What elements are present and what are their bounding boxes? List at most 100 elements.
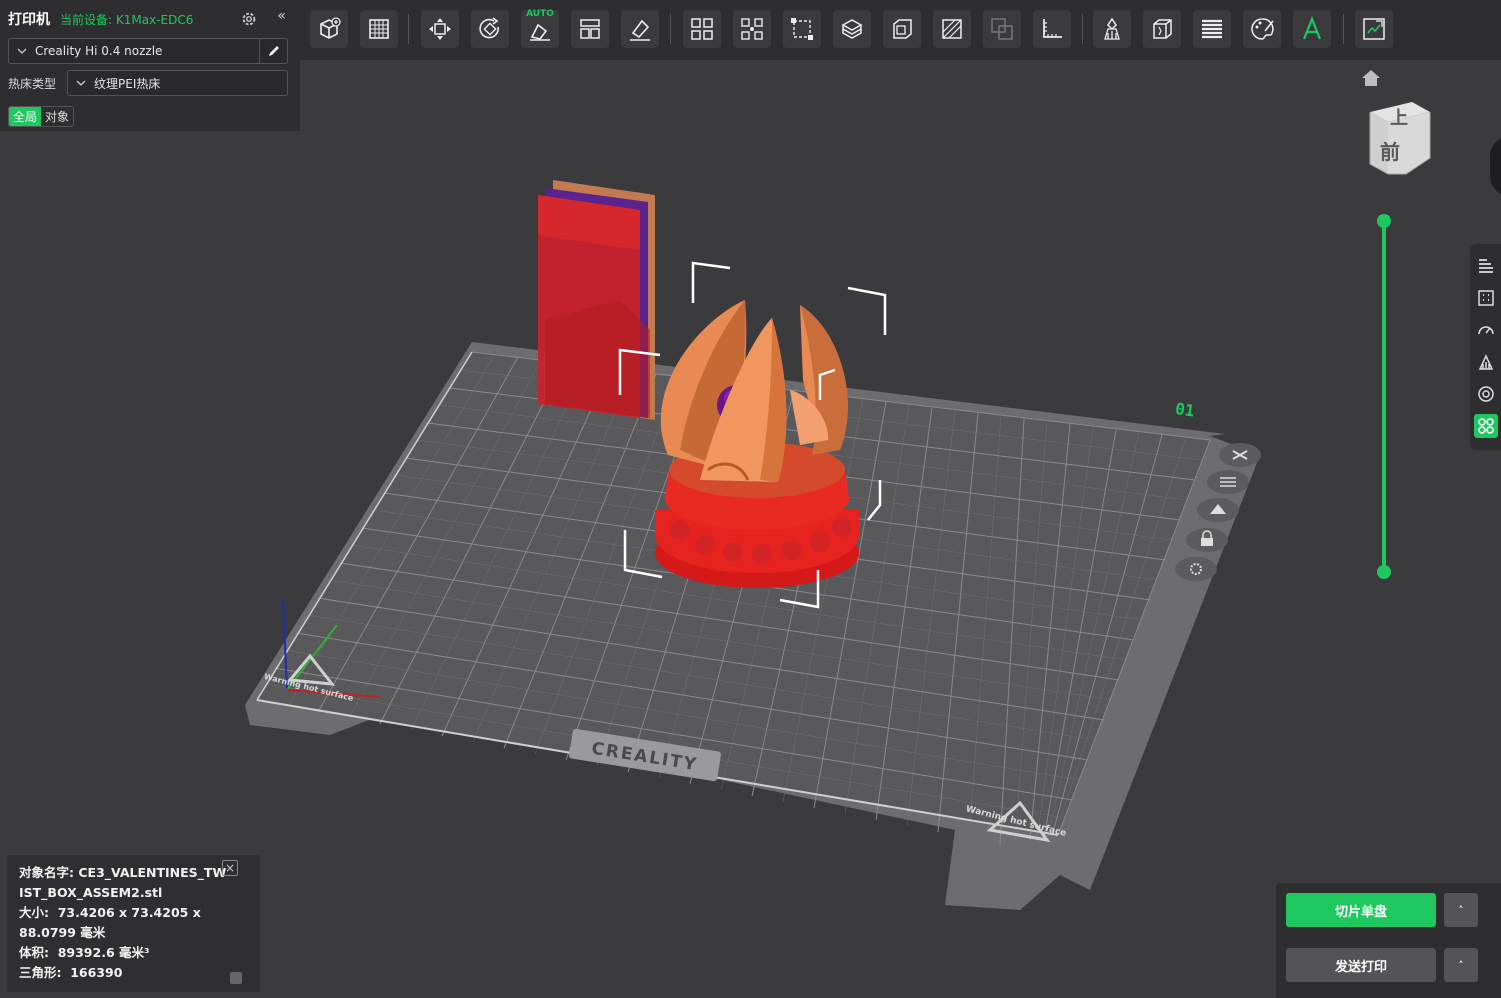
target-button[interactable] (1474, 382, 1498, 406)
measure-icon (1043, 19, 1062, 38)
target-icon (1478, 386, 1494, 402)
rotate-button[interactable] (471, 10, 509, 48)
assembly-view-icon (1363, 18, 1385, 40)
layer-slider-bottom-handle[interactable] (1377, 565, 1391, 579)
add-object-button[interactable] (310, 10, 348, 48)
info-name-row: 对象名字: CE3_VALENTINES_TW (19, 863, 248, 883)
info-name-label: 对象名字: (19, 865, 74, 880)
support-paint-button[interactable] (1093, 10, 1131, 48)
auto-orient-icon (530, 23, 550, 41)
plate-grid-icon (369, 19, 389, 39)
split-objects-button[interactable] (683, 10, 721, 48)
info-volume-label: 体积: (19, 945, 49, 960)
grid-view-icon (1478, 290, 1494, 306)
slice-options-button[interactable]: ˄ (1444, 893, 1478, 927)
info-size-value-1: 73.4206 x 73.4205 x (57, 905, 201, 920)
side-toolbar (1470, 244, 1501, 450)
hollow-icon (893, 19, 912, 39)
info-triangles-row: 三角形: 166390 (19, 963, 248, 983)
boolean-button[interactable] (983, 10, 1021, 48)
rotate-icon (479, 17, 499, 39)
info-minimize-button[interactable] (230, 972, 242, 984)
plate-settings-button[interactable] (1175, 557, 1217, 581)
layer-button[interactable] (1193, 10, 1231, 48)
hollow-button[interactable] (883, 10, 921, 48)
object-info-panel: 对象名字: CE3_VALENTINES_TW IST_BOX_ASSEM2.s… (7, 855, 260, 992)
seam-button[interactable] (933, 10, 971, 48)
align-button[interactable] (1474, 254, 1498, 278)
printer-title: 打印机 (8, 12, 50, 28)
info-name-value-2: IST_BOX_ASSEM2.stl (19, 885, 163, 900)
valentine-box-model[interactable] (655, 300, 859, 588)
support-icon (1478, 354, 1494, 370)
arrange-icon (580, 19, 600, 39)
support-paint-icon (1104, 17, 1120, 40)
info-volume-value: 89392.6 毫米³ (57, 945, 150, 960)
collapse-panel-icon[interactable]: « (277, 8, 286, 24)
info-triangles-label: 三角形: (19, 965, 62, 980)
info-size-value-2: 88.0799 毫米 (19, 925, 106, 940)
arrange-button[interactable] (571, 10, 609, 48)
split-parts-button[interactable] (733, 10, 771, 48)
pencil-icon (268, 46, 279, 56)
grid-view-button[interactable] (1474, 286, 1498, 310)
slice-actions-panel: 切片单盘 ˄ 发送打印 ˄ (1276, 883, 1501, 998)
seam-icon (942, 19, 962, 39)
home-icon[interactable] (1360, 68, 1382, 88)
info-size-row: 大小: 73.4206 x 73.4205 x (19, 903, 248, 923)
cut-icon (841, 19, 863, 39)
add-object-icon (320, 17, 341, 39)
toolbar-separator (670, 14, 671, 44)
info-volume-row: 体积: 89392.6 毫米³ (19, 943, 248, 963)
info-size-label: 大小: (19, 905, 49, 920)
move-icon (429, 18, 451, 40)
assembly-view-button[interactable] (1355, 10, 1393, 48)
plate-grid-button[interactable] (360, 10, 398, 48)
toolbar-separator (408, 14, 409, 44)
lay-on-face-button[interactable] (621, 10, 659, 48)
mesh-box-button[interactable] (1143, 10, 1181, 48)
boolean-icon (991, 18, 1013, 40)
toolbar-separator (1082, 14, 1083, 44)
info-close-button[interactable]: × (222, 860, 238, 876)
view-cube[interactable]: 上 前 (1366, 98, 1436, 176)
cut-button[interactable] (833, 10, 871, 48)
printer-header: 打印机 当前设备: K1Max-EDC6 « (8, 8, 292, 30)
objects-button[interactable] (1474, 414, 1498, 438)
support-button[interactable] (1474, 350, 1498, 374)
cube-face-top: 上 (1390, 108, 1408, 129)
color-paint-button[interactable] (1243, 10, 1281, 48)
slicer-app: 打印机 当前设备: K1Max-EDC6 « Creality Hi 0.4 n… (0, 0, 1501, 998)
toolbar-separator (1343, 14, 1344, 44)
gear-icon[interactable] (240, 10, 258, 28)
plate-number: 01 (1174, 399, 1196, 420)
speedometer-icon (1478, 326, 1494, 335)
lay-on-face-icon (630, 19, 650, 41)
bounding-box-icon (791, 18, 813, 40)
cube-face-front: 前 (1380, 140, 1400, 164)
send-options-button[interactable]: ˄ (1444, 948, 1478, 982)
nozzle-value: Creality Hi 0.4 nozzle (35, 44, 163, 58)
send-print-button[interactable]: 发送打印 (1286, 948, 1436, 982)
auto-orient-button[interactable]: AUTO (521, 9, 559, 48)
layer-slider-track[interactable] (1382, 221, 1386, 573)
chevron-down-icon (17, 48, 27, 54)
info-name-value-1: CE3_VALENTINES_TW (78, 865, 227, 880)
current-device[interactable]: 当前设备: K1Max-EDC6 (60, 11, 193, 28)
split-parts-icon (741, 18, 763, 40)
layer-icon (1202, 19, 1222, 39)
color-paint-icon (1251, 18, 1274, 40)
slice-plate-button[interactable]: 切片单盘 (1286, 893, 1436, 927)
layer-slider-top-handle[interactable] (1377, 214, 1391, 228)
text-button[interactable] (1293, 10, 1331, 48)
red-tower-object[interactable] (538, 180, 655, 420)
main-toolbar: AUTO (300, 0, 1501, 60)
split-objects-icon (691, 18, 713, 40)
measure-button[interactable] (1033, 10, 1071, 48)
align-icon (1479, 259, 1493, 273)
speed-button[interactable] (1474, 318, 1498, 342)
move-button[interactable] (421, 10, 459, 48)
bounding-box-button[interactable] (783, 10, 821, 48)
info-triangles-value: 166390 (70, 965, 123, 980)
text-icon (1302, 16, 1322, 40)
